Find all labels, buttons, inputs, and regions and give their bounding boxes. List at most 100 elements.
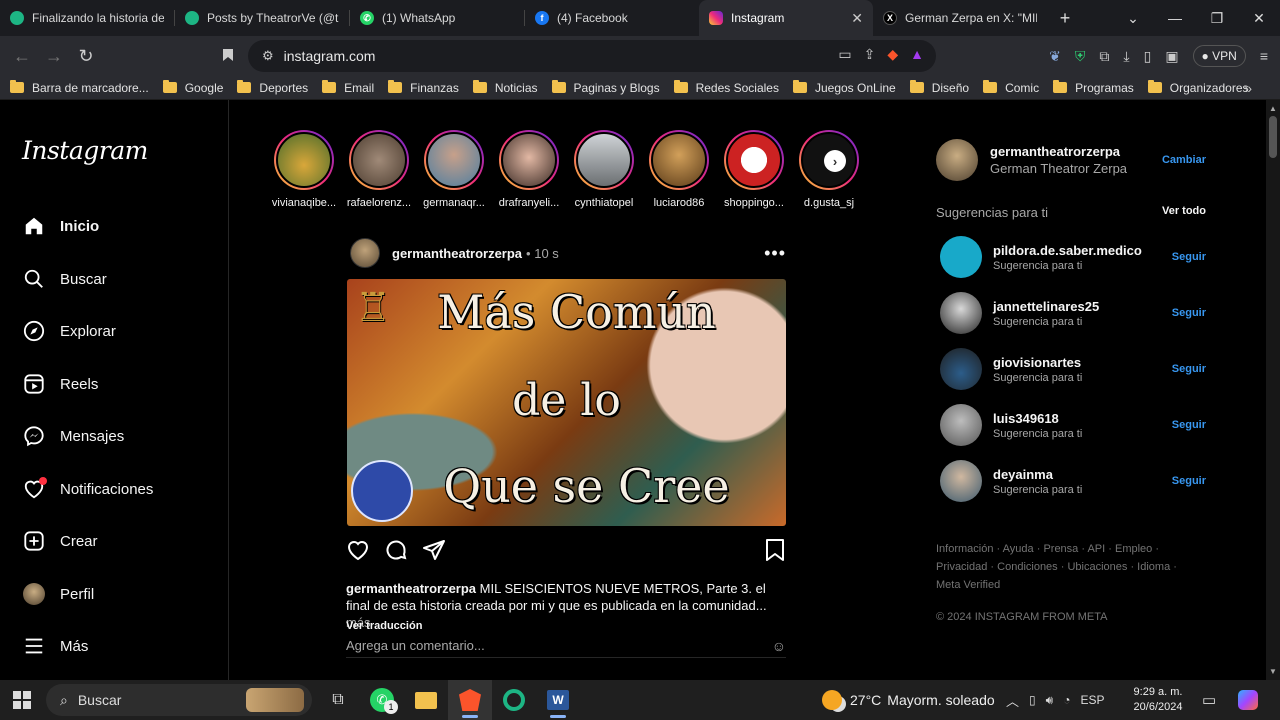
suggestion-username[interactable]: giovisionartes (993, 355, 1082, 370)
save-bookmark-icon[interactable] (764, 538, 788, 562)
follow-button[interactable]: Seguir (1172, 419, 1206, 431)
post-author-username[interactable]: germantheatrorzerpa (392, 246, 522, 261)
bookmark-folder[interactable]: Deportes (237, 80, 308, 95)
post-image[interactable]: ♖ Más Común de lo Que se Cree (347, 279, 786, 526)
weather-widget[interactable]: 27°C Mayorm. soleado (822, 680, 995, 720)
story-item[interactable]: drafranyeli... (495, 130, 563, 209)
suggestion-avatar[interactable] (940, 292, 982, 334)
share-paper-plane-icon[interactable] (422, 538, 446, 562)
tab-whatsapp[interactable]: ✆ (1) WhatsApp (350, 0, 524, 36)
story-item[interactable]: vivianaqibe... (270, 130, 338, 209)
story-item[interactable]: shoppingo... (720, 130, 788, 209)
extension-shield-icon[interactable]: ⛨ (1075, 48, 1086, 65)
footer-link[interactable]: Ayuda (1003, 543, 1034, 555)
nav-profile[interactable]: Perfil (22, 580, 94, 608)
bookmark-folder[interactable]: Organizadores (1147, 80, 1249, 95)
scroll-up-arrow-icon[interactable]: ▲ (1269, 104, 1277, 113)
share-icon[interactable]: ⇪ (864, 46, 876, 63)
suggestion-avatar[interactable] (940, 348, 982, 390)
suggestion-username[interactable]: pildora.de.saber.medico (993, 243, 1142, 258)
suggestion-avatar[interactable] (940, 460, 982, 502)
tab-finalizando[interactable]: Finalizando la historia de l (0, 0, 174, 36)
downloads-icon[interactable]: ⤓ (1123, 48, 1129, 65)
extensions-puzzle-icon[interactable]: ⧉ (1099, 48, 1109, 65)
post-author-avatar[interactable] (350, 238, 380, 268)
scrollbar-thumb[interactable] (1269, 116, 1277, 158)
file-explorer-icon[interactable] (404, 680, 448, 720)
bookmark-icon[interactable] (212, 46, 244, 67)
bookmark-folder[interactable]: Comic (983, 80, 1039, 95)
follow-button[interactable]: Seguir (1172, 251, 1206, 263)
reload-icon[interactable]: ↻ (70, 46, 102, 67)
suggestion-username[interactable]: luis349618 (993, 411, 1082, 426)
post-options-icon[interactable]: ••• (764, 243, 786, 264)
suggestion-avatar[interactable] (940, 404, 982, 446)
tab-facebook[interactable]: f (4) Facebook (525, 0, 699, 36)
brave-rewards-icon[interactable]: ▲ (910, 46, 924, 63)
volume-icon[interactable]: 🔊︎ (1046, 693, 1054, 708)
current-username[interactable]: germantheatrorzerpa (990, 144, 1127, 159)
see-all-link[interactable]: Ver todo (1162, 205, 1206, 220)
vpn-button[interactable]: ● VPN (1192, 45, 1246, 67)
close-window-icon[interactable]: ✕ (1238, 10, 1280, 27)
brave-shield-icon[interactable]: ◆ (887, 46, 898, 63)
nav-search[interactable]: Buscar (22, 265, 107, 293)
footer-link[interactable]: Empleo (1115, 543, 1152, 555)
extension-leaf-icon[interactable]: ❦ (1049, 48, 1061, 65)
story-item[interactable]: luciarod86 (645, 130, 713, 209)
bookmark-folder[interactable]: Finanzas (388, 80, 459, 95)
minimize-icon[interactable]: — (1154, 10, 1196, 26)
current-user-avatar[interactable] (936, 139, 978, 181)
like-heart-icon[interactable] (346, 538, 370, 562)
footer-link[interactable]: API (1087, 543, 1105, 555)
story-item[interactable]: rafaelorenz... (345, 130, 413, 209)
sidebar-toggle-icon[interactable]: ▯ (1144, 48, 1152, 65)
back-arrow-icon[interactable]: ← (6, 46, 38, 67)
cast-icon[interactable]: ▭ (838, 46, 851, 63)
follow-button[interactable]: Seguir (1172, 363, 1206, 375)
instagram-logo[interactable]: Instagram (22, 136, 148, 165)
comment-box[interactable]: Agrega un comentario... ☺ (346, 636, 786, 658)
new-tab-plus-icon[interactable]: + (1047, 8, 1083, 29)
nav-home[interactable]: Inicio (22, 212, 99, 240)
bookmark-folder[interactable]: Barra de marcadore... (10, 80, 149, 95)
network-icon[interactable]: ◔ (1063, 693, 1070, 707)
bookmark-folder[interactable]: Google (162, 80, 223, 95)
bookmark-folder[interactable]: Noticias (472, 80, 538, 95)
see-translation-link[interactable]: Ver traducción (346, 620, 422, 632)
comment-input[interactable]: Agrega un comentario... (346, 638, 485, 653)
footer-link[interactable]: Idioma (1137, 561, 1170, 573)
site-settings-icon[interactable]: ⚙ (262, 48, 274, 64)
comment-icon[interactable] (384, 538, 408, 562)
suggestion-avatar[interactable] (940, 236, 982, 278)
scroll-down-arrow-icon[interactable]: ▼ (1269, 667, 1277, 676)
tab-posts-theatrorve[interactable]: Posts by TheatrorVe (@the (175, 0, 349, 36)
tray-app-icon[interactable]: ▯ (1029, 693, 1036, 707)
footer-link[interactable]: Condiciones (997, 561, 1058, 573)
close-tab-icon[interactable]: ✕ (851, 10, 863, 27)
brave-browser-icon[interactable] (448, 680, 492, 720)
taskbar-search[interactable]: ⌕ Buscar (46, 684, 312, 716)
bookmark-folder[interactable]: Paginas y Blogs (551, 80, 660, 95)
follow-button[interactable]: Seguir (1172, 307, 1206, 319)
footer-link[interactable]: Información (936, 543, 993, 555)
nav-create[interactable]: Crear (22, 527, 98, 555)
bookmark-folder[interactable]: Juegos OnLine (792, 80, 896, 95)
switch-account-button[interactable]: Cambiar (1162, 154, 1206, 166)
suggestion-username[interactable]: deyainma (993, 467, 1082, 482)
wallet-icon[interactable]: ▣ (1165, 48, 1178, 65)
task-view-icon[interactable]: ⧉ (316, 680, 360, 720)
nav-messages[interactable]: Mensajes (22, 422, 124, 450)
nav-explore[interactable]: Explorar (22, 317, 116, 345)
restore-icon[interactable]: ❐ (1196, 10, 1238, 27)
copilot-icon[interactable] (1238, 690, 1258, 710)
inleo-app-icon[interactable] (492, 680, 536, 720)
caption-username[interactable]: germantheatrorzerpa (346, 581, 476, 596)
page-scrollbar[interactable]: ▲ ▼ (1266, 100, 1280, 680)
menu-icon[interactable]: ≡ (1260, 48, 1268, 64)
bookmark-folder[interactable]: Diseño (909, 80, 969, 95)
more-bookmarks-chevron-icon[interactable]: » (1244, 80, 1252, 96)
keyboard-language[interactable]: ESP (1080, 693, 1104, 707)
story-item[interactable]: cynthiatopel (570, 130, 638, 209)
bookmark-folder[interactable]: Programas (1053, 80, 1134, 95)
